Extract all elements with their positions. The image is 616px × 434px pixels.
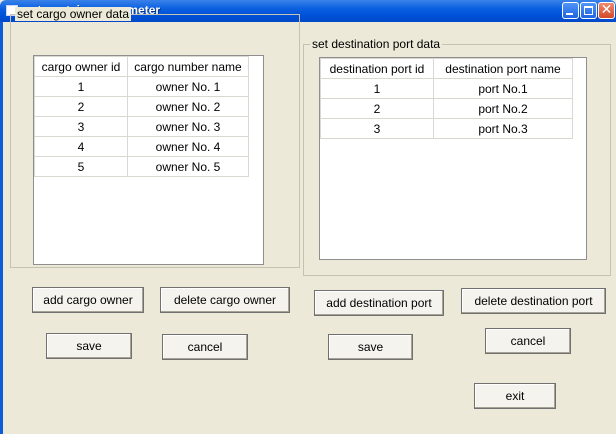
maximize-button[interactable] — [580, 2, 597, 19]
table-cell[interactable]: 1 — [320, 78, 434, 99]
column-header[interactable]: destination port name — [433, 58, 573, 79]
table-cell[interactable]: 5 — [34, 156, 128, 177]
table-cell[interactable]: 4 — [34, 136, 128, 157]
table-row[interactable]: 1 port No.1 — [320, 78, 573, 99]
exit-button[interactable]: exit — [474, 383, 556, 409]
column-header[interactable]: cargo owner id — [34, 56, 128, 77]
table-cell[interactable]: port No.2 — [433, 98, 573, 119]
table-cell[interactable]: owner No. 2 — [127, 96, 249, 117]
table-row[interactable]: 2 port No.2 — [320, 98, 573, 119]
table-cell[interactable]: port No.1 — [433, 78, 573, 99]
table-cell[interactable]: owner No. 5 — [127, 156, 249, 177]
table-row[interactable]: 5 owner No. 5 — [34, 156, 249, 177]
table-header-row: destination port id destination port nam… — [320, 58, 573, 79]
table-row[interactable]: 4 owner No. 4 — [34, 136, 249, 157]
table-cell[interactable]: 3 — [320, 118, 434, 139]
delete-destination-port-button[interactable]: delete destination port — [461, 288, 606, 314]
column-header[interactable]: destination port id — [320, 58, 434, 79]
table-cell[interactable]: port No.3 — [433, 118, 573, 139]
minimize-button[interactable] — [562, 2, 579, 19]
cargo-owner-table: cargo owner id cargo number name 1 owner … — [34, 56, 249, 177]
table-row[interactable]: 1 owner No. 1 — [34, 76, 249, 97]
cancel-owner-button[interactable]: cancel — [162, 334, 248, 360]
destination-port-table: destination port id destination port nam… — [320, 58, 573, 139]
save-port-button[interactable]: save — [328, 334, 413, 360]
column-header[interactable]: cargo number name — [127, 56, 249, 77]
table-cell[interactable]: owner No. 3 — [127, 116, 249, 137]
add-destination-port-button[interactable]: add destination port — [314, 290, 444, 316]
cancel-port-button[interactable]: cancel — [485, 328, 571, 354]
close-button[interactable]: ✕ — [598, 2, 615, 19]
window-border — [0, 22, 3, 434]
table-cell[interactable]: 3 — [34, 116, 128, 137]
table-header-row: cargo owner id cargo number name — [34, 56, 249, 77]
table-row[interactable]: 3 owner No. 3 — [34, 116, 249, 137]
destination-port-table-box[interactable]: destination port id destination port nam… — [319, 57, 587, 260]
table-cell[interactable]: owner No. 4 — [127, 136, 249, 157]
close-icon: ✕ — [600, 2, 613, 18]
destination-port-legend: set destination port data — [310, 37, 443, 51]
table-row[interactable]: 3 port No.3 — [320, 118, 573, 139]
table-cell[interactable]: owner No. 1 — [127, 76, 249, 97]
table-cell[interactable]: 1 — [34, 76, 128, 97]
table-cell[interactable]: 2 — [320, 98, 434, 119]
cargo-owner-legend: set cargo owner data — [15, 7, 132, 21]
maximize-icon — [584, 6, 593, 15]
table-cell[interactable]: 2 — [34, 96, 128, 117]
minimize-icon — [566, 13, 573, 15]
delete-cargo-owner-button[interactable]: delete cargo owner — [160, 287, 290, 313]
add-cargo-owner-button[interactable]: add cargo owner — [32, 287, 144, 313]
save-owner-button[interactable]: save — [46, 333, 132, 359]
table-row[interactable]: 2 owner No. 2 — [34, 96, 249, 117]
cargo-owner-table-box[interactable]: cargo owner id cargo number name 1 owner … — [33, 55, 264, 265]
